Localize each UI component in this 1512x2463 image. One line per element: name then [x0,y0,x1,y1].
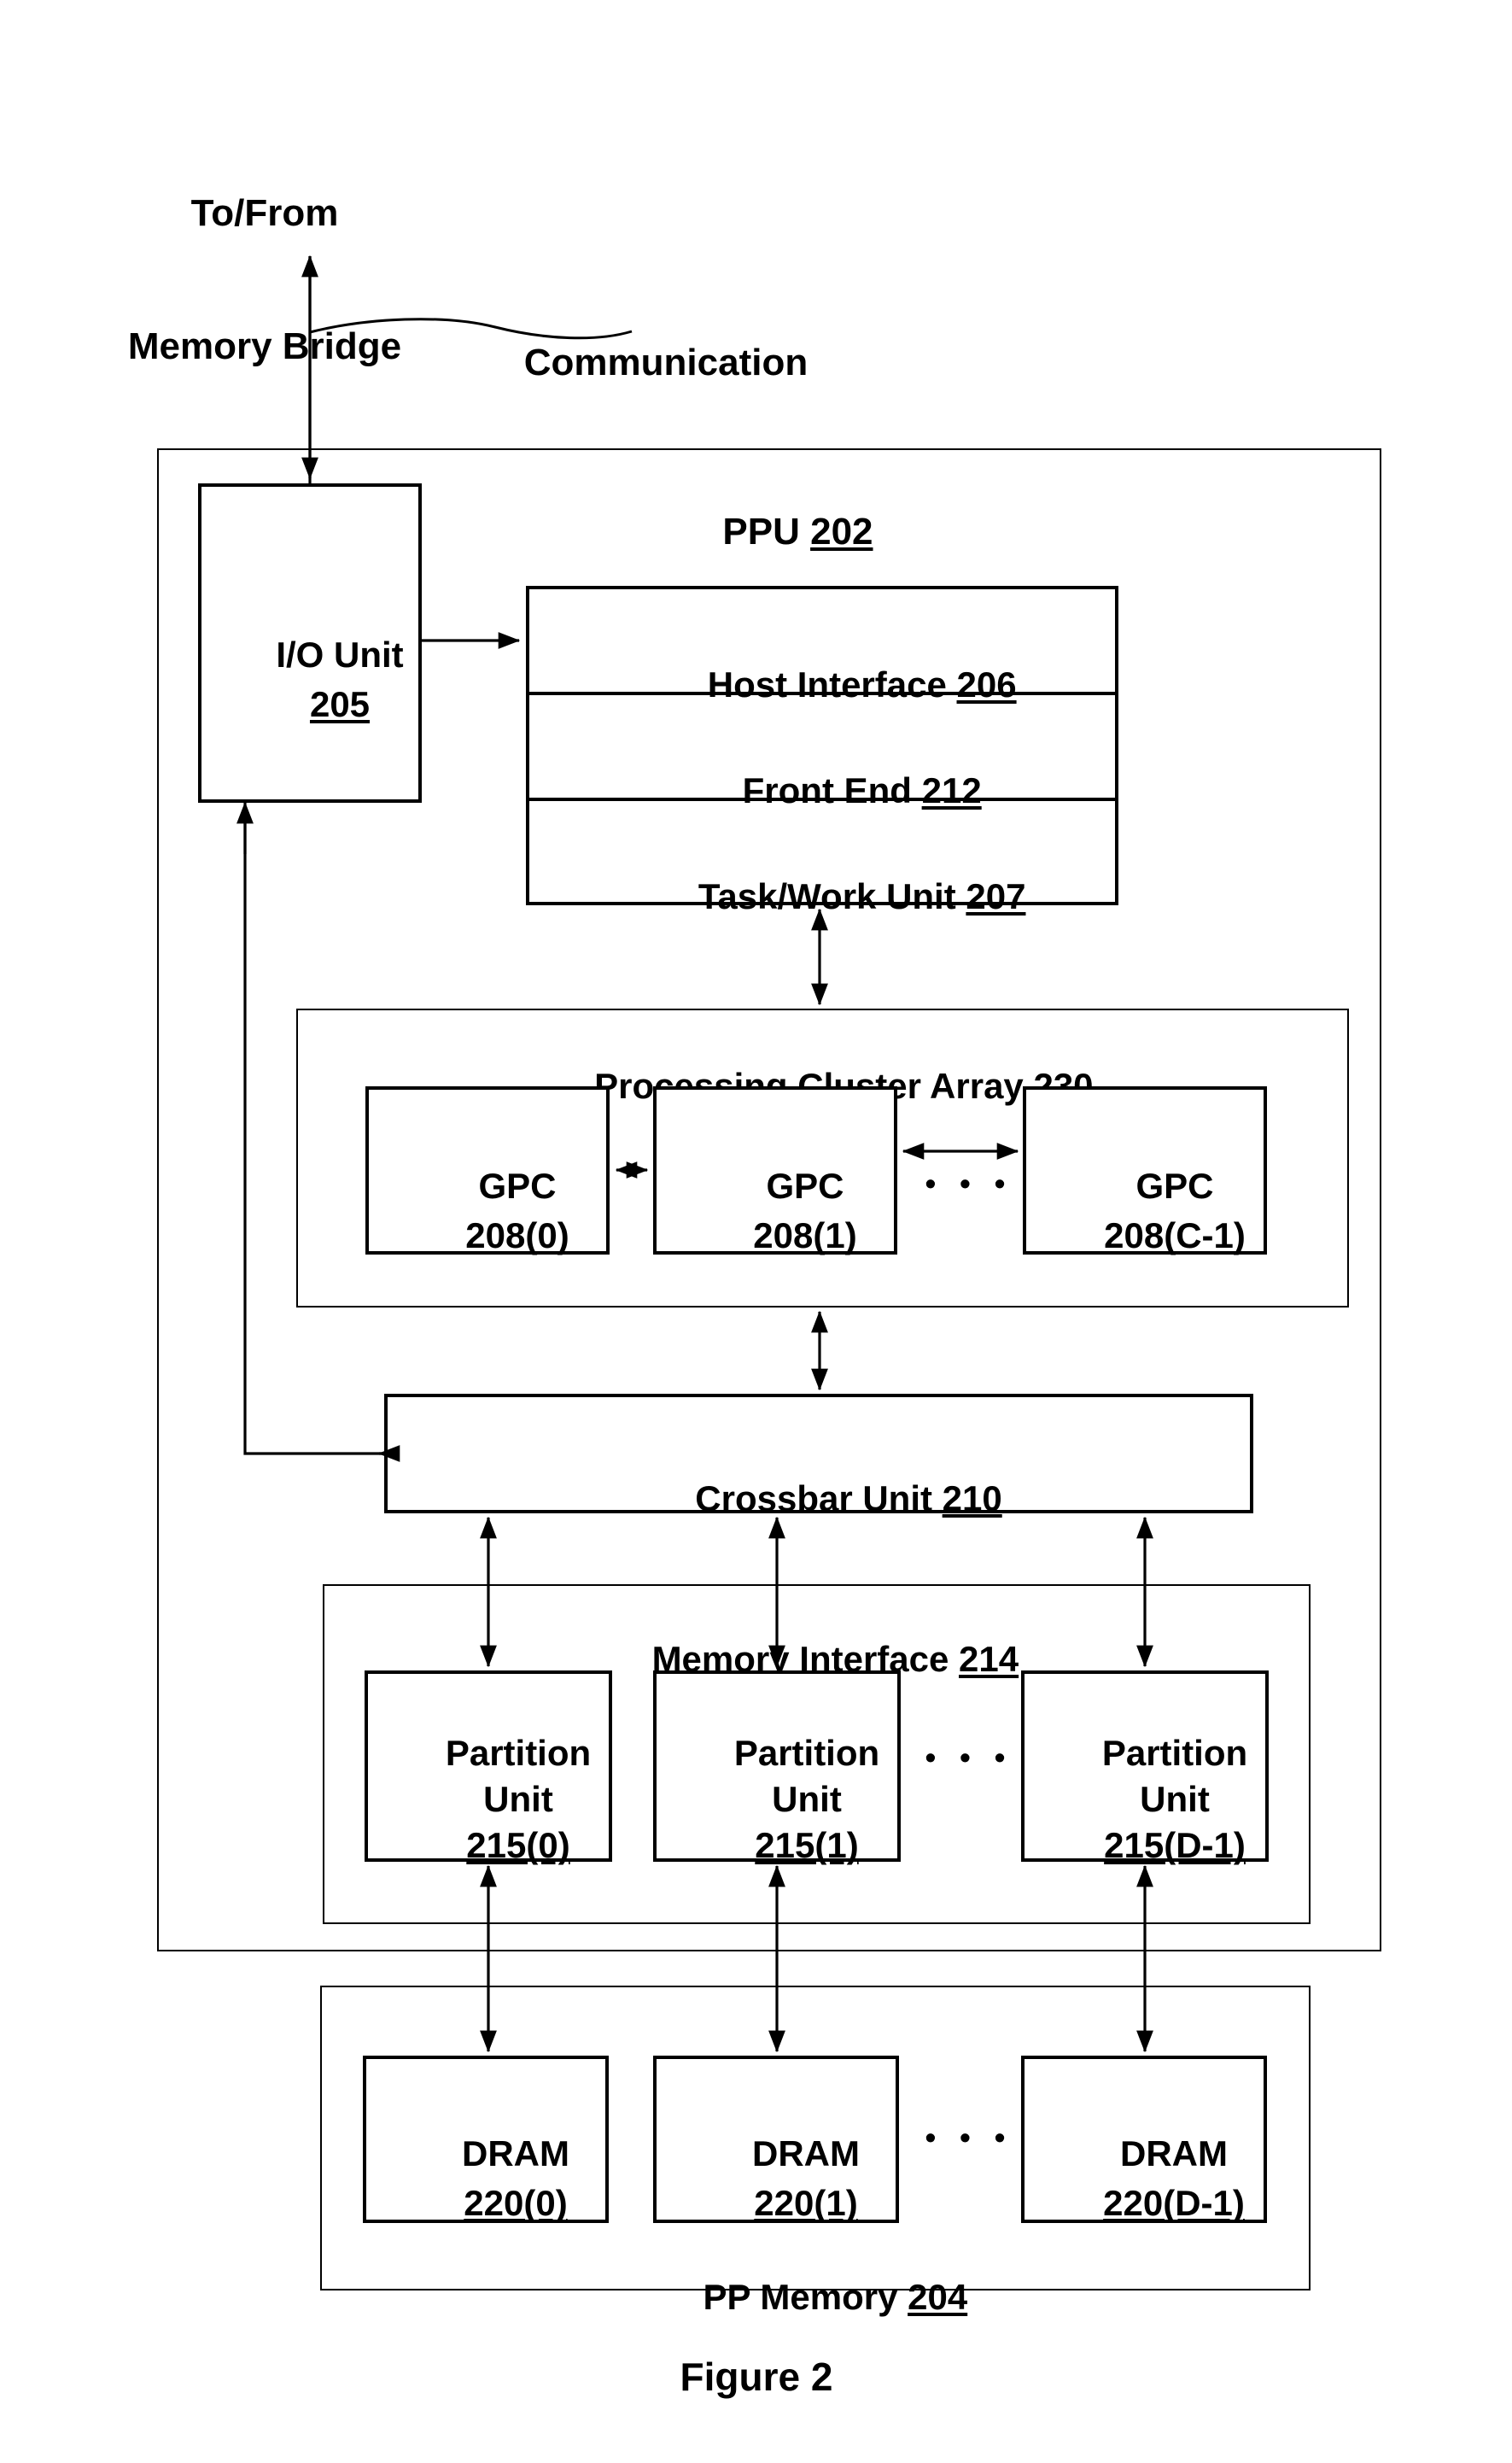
gpc-box-c-1: GPC 208(C-1) [1023,1086,1267,1255]
figure-caption: Figure 2 [680,2355,833,2399]
partition-unit-box-0: Partition Unit 215(0) [365,1670,612,1866]
pp-memory-title-text: PP Memory [703,2276,908,2317]
partition-unit-1-ref: 215(1) [755,1825,859,1866]
communication-path-line1: Communication [523,341,809,383]
dram-box-0: DRAM 220(0) [363,2056,609,2223]
dram-box-1: DRAM 220(1) [653,2056,899,2223]
dram-1-ref: 220(1) [754,2183,858,2224]
task-work-unit-label: Task/Work Unit [698,876,966,917]
crossbar-unit-label: Crossbar Unit [695,1478,943,1519]
pp-memory-title: PP Memory 204 [546,2233,1084,2361]
dram-0-ref: 220(0) [464,2183,568,2224]
gpc-box-0: GPC 208(0) [365,1086,610,1255]
gpc-box-1: GPC 208(1) [653,1086,897,1255]
figure-canvas: To/From Memory Bridge 105 Communication … [0,0,1512,2463]
partition-unit-0-ref: 215(0) [466,1825,570,1866]
ppu-title-text: PPU [722,510,811,553]
io-unit-ref: 205 [309,684,371,725]
front-end-stack: Host Interface 206 Front End 212 Task/Wo… [526,586,1118,916]
partition-unit-box-d-1: Partition Unit 215(D-1) [1021,1670,1269,1866]
host-interface-row: Host Interface 206 [529,589,1115,705]
ppu-title-ref: 202 [810,510,873,553]
crossbar-unit-ref: 210 [942,1478,1002,1519]
ppu-title: PPU 202 [598,465,956,599]
memory-bridge-line2: Memory Bridge [127,325,402,367]
task-work-unit-row: Task/Work Unit 207 [529,801,1115,916]
gpc-1-ref: 208(1) [753,1215,857,1256]
dram-box-d-1: DRAM 220(D-1) [1021,2056,1267,2223]
gpc-c-1-ref: 208(C-1) [1104,1215,1246,1256]
memory-bridge-line1: To/From [190,191,339,234]
partition-unit-box-1: Partition Unit 215(1) [653,1670,901,1866]
memory-interface-title-ref: 214 [959,1638,1019,1679]
gpc-ellipsis: • • • [925,1166,1013,1201]
dram-d-1-ref: 220(D-1) [1103,2183,1245,2224]
dram-ellipsis: • • • [925,2120,1013,2155]
partition-unit-d-1-ref: 215(D-1) [1104,1825,1246,1866]
gpc-0-ref: 208(0) [465,1215,569,1256]
pp-memory-title-ref: 204 [908,2276,968,2317]
partition-unit-ellipsis: • • • [925,1740,1013,1775]
crossbar-unit-box: Crossbar Unit 210 [384,1394,1253,1518]
front-end-row: Front End 212 [529,695,1115,810]
task-work-unit-ref: 207 [966,876,1026,917]
io-unit-box: I/O Unit 205 [198,483,422,803]
